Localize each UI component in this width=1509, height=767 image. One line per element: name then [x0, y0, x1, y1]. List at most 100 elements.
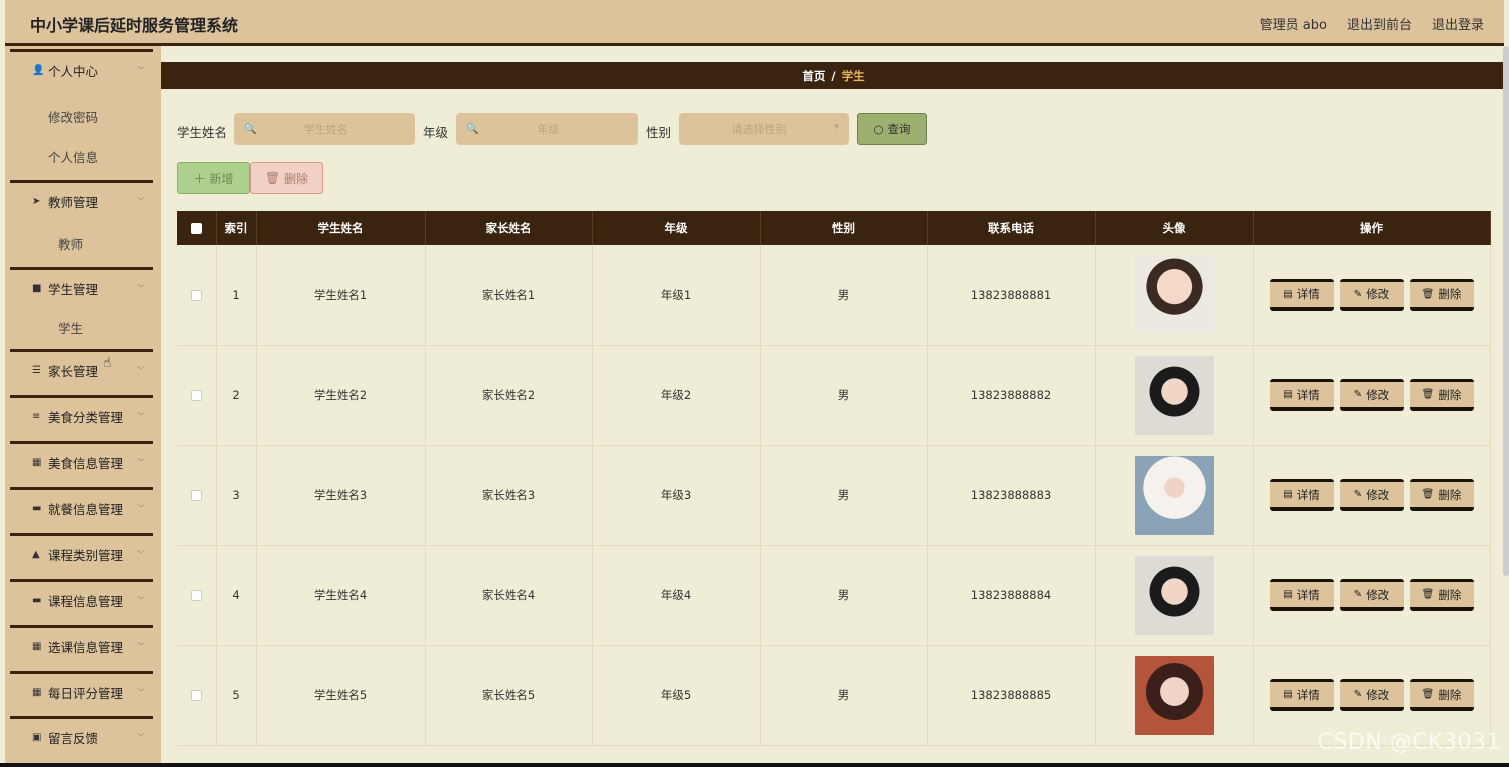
sidebar-group-10[interactable]: ▬ 就餐信息管理 ﹀	[10, 487, 153, 527]
sidebar-group-label: 课程信息管理	[48, 594, 124, 609]
breadcrumb-home[interactable]: 首页	[802, 68, 825, 84]
row-checkbox[interactable]	[190, 390, 202, 401]
add-button-label: 新增	[209, 171, 234, 186]
sidebar-subitem-2[interactable]: 个人信息	[10, 143, 153, 173]
sidebar-group-14[interactable]: ▦ 每日评分管理 ﹀	[10, 671, 153, 711]
row-checkbox[interactable]	[190, 690, 202, 701]
sidebar-group-12[interactable]: ▬ 课程信息管理 ﹀	[10, 579, 153, 619]
detail-button[interactable]: ▤ 详情	[1269, 479, 1334, 511]
column-header: 年级	[592, 211, 761, 245]
grid-icon: ▦	[32, 457, 42, 468]
student-name-placeholder: 学生姓名	[303, 123, 348, 136]
detail-button[interactable]: ▤ 详情	[1269, 679, 1334, 711]
row-checkbox[interactable]	[190, 590, 202, 601]
sidebar-group-7[interactable]: ☰ 家长管理 ﹀	[10, 349, 153, 389]
sidebar-group-9[interactable]: ▦ 美食信息管理 ﹀	[10, 441, 153, 481]
row-select-cell	[177, 545, 217, 646]
grade-input[interactable]: 🔍 年级	[456, 113, 638, 145]
edit-button[interactable]: ✎ 修改	[1339, 479, 1404, 511]
clipboard-icon: ▣	[32, 732, 42, 743]
delete-button[interactable]: 🗑 删除	[1409, 479, 1474, 511]
grade-placeholder: 年级	[537, 123, 560, 136]
select-all-cell[interactable]	[177, 211, 217, 245]
column-header: 头像	[1095, 211, 1254, 245]
sidebar-group-label: 选课信息管理	[48, 640, 124, 655]
cell-index: 4	[216, 545, 257, 646]
cell-avatar	[1095, 445, 1254, 546]
query-button[interactable]: ○ 查询	[857, 113, 927, 145]
sidebar-subitem-1[interactable]: 修改密码	[10, 103, 153, 133]
sidebar-group-label: 课程类别管理	[48, 548, 124, 563]
document-icon: ▤	[1283, 589, 1293, 600]
sidebar-group-label: 家长管理	[48, 364, 99, 379]
batch-delete-button[interactable]: 🗑 删除	[250, 162, 323, 194]
edit-label: 修改	[1366, 287, 1390, 302]
select-all-checkbox[interactable]	[190, 223, 202, 234]
row-actions: ▤ 详情 ✎ 修改 🗑 删除	[1254, 679, 1490, 711]
avatar-image	[1134, 555, 1214, 635]
edit-button[interactable]: ✎ 修改	[1339, 679, 1404, 711]
detail-button[interactable]: ▤ 详情	[1269, 278, 1334, 311]
delete-button[interactable]: 🗑 删除	[1409, 679, 1474, 711]
row-checkbox[interactable]	[190, 490, 202, 501]
sidebar-subitem-4[interactable]: 教师	[10, 230, 153, 260]
sidebar-group-label: 美食信息管理	[48, 456, 124, 471]
sidebar-group-label: 就餐信息管理	[48, 502, 124, 517]
cell-avatar	[1095, 645, 1254, 746]
chevron-down-icon: ﹀	[137, 733, 145, 742]
sidebar-group-5[interactable]: ■ 学生管理 ﹀	[10, 267, 153, 307]
detail-label: 详情	[1296, 287, 1320, 302]
pencil-icon: ✎	[1353, 689, 1363, 700]
delete-button[interactable]: 🗑 删除	[1409, 379, 1474, 411]
delete-label: 删除	[1438, 687, 1462, 702]
edit-button[interactable]: ✎ 修改	[1339, 278, 1404, 311]
cell-avatar	[1095, 545, 1254, 646]
cell-parent: 家长姓名1	[425, 245, 593, 346]
sidebar-group-15[interactable]: ▣ 留言反馈 ﹀	[10, 716, 153, 756]
detail-button[interactable]: ▤ 详情	[1269, 579, 1334, 611]
logout-link[interactable]: 退出登录	[1432, 14, 1484, 33]
detail-button[interactable]: ▤ 详情	[1269, 379, 1334, 411]
detail-label: 详情	[1296, 687, 1320, 702]
cell-actions: ▤ 详情 ✎ 修改 🗑 删除	[1253, 545, 1491, 646]
to-front-link[interactable]: 退出到前台	[1347, 14, 1412, 33]
cell-index: 3	[216, 445, 257, 546]
user-icon: 👤	[32, 65, 45, 76]
gender-label: 性别	[646, 125, 672, 140]
cell-gender: 男	[760, 445, 928, 546]
delete-button[interactable]: 🗑 删除	[1409, 579, 1474, 611]
chevron-down-icon: ﹀	[137, 197, 145, 206]
table-row: 4 学生姓名4 家长姓名4 年级4 男 13823888884 ▤ 详情 ✎ 修改 🗑 删除	[177, 545, 1491, 646]
student-name-input[interactable]: 🔍 学生姓名	[234, 113, 415, 145]
trash-icon: 🗑	[264, 171, 281, 185]
admin-label[interactable]: 管理员 abo	[1260, 14, 1327, 33]
detail-label: 详情	[1296, 587, 1320, 602]
box-icon: ▬	[32, 595, 42, 606]
add-button[interactable]: ＋ 新增	[177, 162, 250, 194]
edit-button[interactable]: ✎ 修改	[1339, 379, 1404, 411]
chevron-down-icon: ﹀	[137, 688, 145, 697]
batch-delete-label: 删除	[284, 171, 309, 186]
sidebar-group-3[interactable]: ➤ 教师管理 ﹀	[10, 180, 153, 220]
sidebar-group-8[interactable]: ≡ 美食分类管理 ﹀	[10, 395, 153, 435]
cell-gender: 男	[760, 245, 928, 346]
edit-button[interactable]: ✎ 修改	[1339, 579, 1404, 611]
sidebar-subitem-6[interactable]: 学生	[10, 314, 153, 344]
page-scrollbar[interactable]	[1503, 46, 1509, 576]
delete-button[interactable]: 🗑 删除	[1409, 278, 1474, 311]
cell-actions: ▤ 详情 ✎ 修改 🗑 删除	[1253, 245, 1491, 346]
trash-icon: 🗑	[1421, 689, 1435, 700]
sidebar-group-11[interactable]: ▲ 课程类别管理 ﹀	[10, 533, 153, 573]
gender-placeholder: 请选择性别	[731, 123, 787, 136]
search-icon: ○	[873, 122, 884, 136]
cell-student: 学生姓名3	[256, 445, 426, 546]
sidebar-group-0[interactable]: 👤 个人中心 ﹀	[10, 49, 153, 89]
gender-select[interactable]: 请选择性别 ▾	[679, 113, 849, 145]
cell-actions: ▤ 详情 ✎ 修改 🗑 删除	[1253, 345, 1491, 446]
row-checkbox[interactable]	[190, 289, 202, 301]
row-actions: ▤ 详情 ✎ 修改 🗑 删除	[1254, 379, 1490, 411]
avatar-image	[1134, 655, 1214, 735]
trash-icon: 🗑	[1421, 389, 1435, 400]
sidebar-group-13[interactable]: ▦ 选课信息管理 ﹀	[10, 625, 153, 665]
grade-label: 年级	[423, 125, 449, 140]
